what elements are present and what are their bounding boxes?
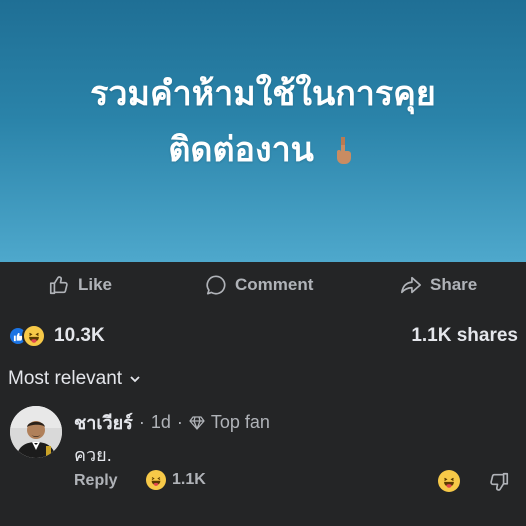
post-stats: 10.3K 1.1K shares (8, 322, 518, 350)
post-action-bar: Like Comment Share (0, 262, 526, 308)
meta-separator: · (138, 412, 145, 432)
diamond-icon (189, 415, 205, 430)
comment-time[interactable]: 1d (151, 412, 171, 433)
comment-sort-dropdown[interactable]: Most relevant (8, 368, 142, 390)
post-image[interactable]: รวมคำห้ามใช้ในการคุย ติดต่องาน (0, 0, 526, 262)
like-label: Like (78, 275, 113, 294)
comment-text: ควย. (74, 445, 112, 465)
comment-reaction-summary[interactable]: 1.1K (146, 470, 206, 490)
haha-react-button[interactable] (438, 470, 460, 492)
share-count[interactable]: 1.1K shares (411, 325, 518, 347)
top-fan-badge: Top fan (210, 412, 270, 432)
chevron-down-icon (130, 376, 140, 383)
like-button[interactable]: Like (48, 274, 112, 296)
comment-header: ชาเวียร์ · 1d · Top fan (74, 408, 270, 437)
reaction-count[interactable]: 10.3K (54, 325, 105, 347)
comment-label: Comment (235, 275, 314, 294)
reaction-summary[interactable] (8, 324, 50, 348)
thumbs-up-icon (49, 276, 68, 295)
reply-button[interactable]: Reply (74, 472, 118, 490)
comment-bubble-icon (206, 275, 226, 295)
haha-reaction-icon (22, 324, 46, 348)
share-arrow-icon (401, 276, 421, 294)
backhand-index-pointing-down-icon (322, 135, 358, 168)
comment-item: ชาเวียร์ · 1d · Top fan ควย. Reply 1.1K (10, 400, 516, 520)
share-label: Share (430, 275, 478, 294)
comment-author-name[interactable]: ชาเวียร์ (74, 408, 133, 437)
comment-sort-label: Most relevant (8, 368, 123, 389)
post-image-text-line2: ติดต่องาน (0, 122, 526, 176)
haha-reaction-icon (146, 470, 166, 490)
thumbs-down-icon[interactable] (488, 471, 510, 493)
comment-reaction-count: 1.1K (172, 471, 206, 488)
post-image-text-line2-label: ติดต่องาน (168, 130, 314, 170)
post-image-text-line1: รวมคำห้ามใช้ในการคุย (90, 74, 436, 114)
meta-separator: · (176, 412, 183, 432)
share-button[interactable]: Share (400, 274, 477, 296)
comment-footer: Reply 1.1K (74, 470, 516, 494)
avatar[interactable] (10, 406, 62, 458)
comment-button[interactable]: Comment (205, 274, 313, 296)
